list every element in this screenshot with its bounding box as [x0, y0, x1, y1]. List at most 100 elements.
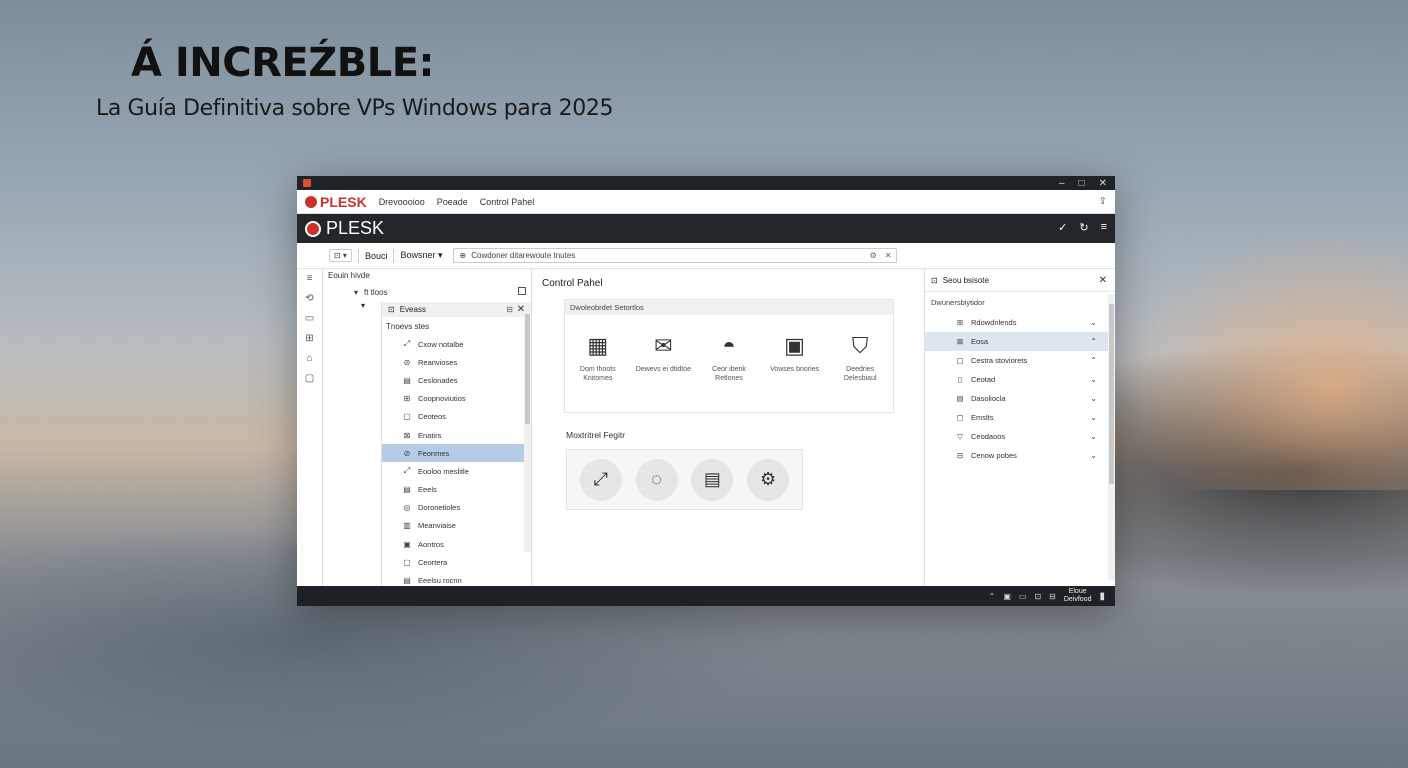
quick-access-tile[interactable]: ✉ Dewevs ei dtidtoe [632, 333, 694, 383]
item-icon: ⊠ [956, 337, 964, 346]
tree-item[interactable]: ▥ Meanviaise [382, 517, 529, 535]
chevron-icon[interactable]: ⌃ [1090, 356, 1097, 365]
chevron-icon[interactable]: ⌄ [1090, 318, 1097, 327]
tree-item[interactable]: ▣ Aontros [382, 535, 529, 553]
settings-icon[interactable]: ⚙ [870, 251, 877, 260]
quick-access-tile[interactable]: ◓ Ceor ibenk Retlones [698, 333, 760, 383]
monitor-icon[interactable]: ▭ [305, 313, 314, 324]
tree-item[interactable]: ⤢ Cxow notalbe [382, 335, 529, 353]
plesk-logo[interactable]: PLESK [305, 218, 384, 239]
quick-access-tile[interactable]: ▣ Vowses bnories [764, 333, 826, 383]
right-sidebar-list: ⊞ Rdowdnlends ⌄ ⊠ Eosa ⌃ ▢ Cestra stoviorets ⌃ ▯ C… [925, 313, 1115, 465]
right-sidebar-item[interactable]: ▢ Cestra stoviorets ⌃ [925, 351, 1115, 370]
browser-dropdown-button[interactable]: Bowsner ▾ [400, 250, 442, 261]
tree-item[interactable]: ▢ Ceoteos [382, 408, 529, 426]
tree-item[interactable]: ⊘ Reanvioses [382, 353, 529, 371]
item-icon: ▤ [403, 485, 411, 495]
square-icon[interactable]: ▢ [305, 373, 314, 384]
section2-title: Moxtritrel Fegitr [566, 430, 626, 440]
chevron-icon[interactable]: ⌃ [1090, 337, 1097, 346]
menu-item-control-panel[interactable]: Control Pahel [480, 197, 535, 207]
tree-item-label: Feonmes [418, 448, 450, 458]
quick-access-tile[interactable]: ▦ Dom thoots Knitomes [567, 333, 629, 383]
tree-item[interactable]: ⊠ Enatirs [382, 426, 529, 444]
menu-icon[interactable]: ≡ [307, 273, 313, 284]
close-icon[interactable]: ✕ [1099, 275, 1107, 286]
right-sidebar-item[interactable]: ⊠ Eosa ⌃ [925, 332, 1115, 351]
right-sidebar-item[interactable]: ⊞ Rdowdnlends ⌄ [925, 313, 1115, 332]
right-sidebar-item[interactable]: ⊟ Cenow pobes ⌄ [925, 446, 1115, 465]
item-icon: ⤢ [403, 466, 411, 476]
tile-icon: ⛉ [851, 333, 869, 358]
view-dropdown-button[interactable]: ⊡ ▾ [329, 249, 352, 262]
tree-level1[interactable]: ▾ ft tloos [354, 286, 526, 299]
clock-line2: Deivfood [1063, 596, 1092, 603]
plesk-logo-icon [305, 220, 321, 237]
sync-icon[interactable]: ⟲ [305, 293, 313, 304]
tree-item[interactable]: ▤ Ceslonades [382, 371, 529, 389]
right-item-label: Rdowdnlends [971, 318, 1017, 327]
close-button[interactable]: ✕ [1099, 178, 1107, 189]
lock-icon: ⊕ [459, 251, 467, 260]
minimize-button[interactable]: – [1059, 178, 1065, 189]
share-icon[interactable]: ⇪ [1099, 196, 1107, 207]
page-subheadline: La Guía Definitiva sobre VPs Windows par… [96, 96, 614, 121]
quick-access-tile[interactable]: ⛉ Deedries Delesbiaul [829, 333, 891, 383]
address-bar[interactable]: ⊕ Cowdoner ditarewoute tnutes ⚙ ✕ [452, 248, 897, 263]
toolbar-button-1[interactable]: Bouci [365, 251, 388, 261]
tool-button[interactable]: ⚙ [747, 458, 790, 501]
keyboard-icon[interactable]: ⊟ [1049, 592, 1056, 601]
item-icon: ⊞ [403, 394, 411, 404]
tree-item[interactable]: ◎ Doronetioles [382, 499, 529, 517]
expand-icon[interactable]: ▾ [354, 288, 358, 297]
tree-item[interactable]: ▢ Ceortera [382, 553, 529, 571]
right-sidebar-item[interactable]: ▤ Dasoliocla ⌄ [925, 389, 1115, 408]
right-sidebar-item[interactable]: ▽ Ceodaoos ⌄ [925, 427, 1115, 446]
tree-scrollbar[interactable] [524, 302, 531, 552]
right-scrollbar[interactable] [1108, 294, 1115, 580]
pin-icon[interactable]: ⊟ [506, 305, 513, 314]
scrollbar-thumb[interactable] [1109, 304, 1114, 484]
checkbox-icon[interactable] [518, 287, 526, 295]
maximize-button[interactable]: □ [1079, 178, 1085, 189]
tile-icon: ▣ [784, 333, 805, 358]
home-icon[interactable]: ⌂ [306, 353, 312, 364]
hamburger-menu-icon[interactable]: ≡ [1101, 221, 1107, 234]
content-title: Control Pahel [542, 278, 603, 289]
menu-brand[interactable]: PLESK [305, 194, 367, 210]
tool-button[interactable]: ◌ [635, 458, 678, 501]
grid-icon[interactable]: ⊞ [305, 333, 313, 344]
tree-item[interactable]: ⊘ Feonmes [382, 444, 529, 463]
chevron-icon[interactable]: ⌄ [1090, 432, 1097, 441]
tree-item-label: Eeelsu rocnn [418, 576, 462, 586]
tool-button[interactable]: ▤ [691, 458, 734, 501]
tool-button[interactable]: ⤢ [579, 458, 622, 501]
refresh-icon[interactable]: ↻ [1079, 221, 1088, 234]
network-icon[interactable]: ▣ [1003, 592, 1011, 601]
app-icon [303, 179, 311, 187]
scrollbar-thumb[interactable] [525, 314, 530, 424]
battery-icon[interactable]: ▭ [1019, 592, 1027, 601]
tree-root[interactable]: Eouin hivde [328, 271, 370, 280]
chevron-icon[interactable]: ⌄ [1090, 451, 1097, 460]
chevron-icon[interactable]: ⌄ [1090, 375, 1097, 384]
clear-icon[interactable]: ✕ [885, 251, 892, 260]
tile-label: Deedries Delesbiaul [843, 366, 877, 382]
taskbar-clock[interactable]: Eloue Deivfood [1064, 588, 1092, 604]
right-sidebar-item[interactable]: ▯ Ceotad ⌄ [925, 370, 1115, 389]
expand-icon[interactable]: ▾ [361, 301, 365, 310]
show-hidden-icon[interactable]: ⌃ [989, 592, 996, 601]
chevron-icon[interactable]: ⌄ [1090, 413, 1097, 422]
tree-item[interactable]: ⤢ Eooloo meslitle [382, 462, 529, 480]
tree-item[interactable]: ▤ Eeels [382, 481, 529, 499]
display-icon[interactable]: ⊡ [1034, 592, 1041, 601]
menu-item-2[interactable]: Poeade [437, 197, 468, 207]
right-sidebar-item[interactable]: ▢ Emslts ⌄ [925, 408, 1115, 427]
tree-item[interactable]: ⊞ Coopnoviutios [382, 390, 529, 408]
tree-item-label: Reanvioses [418, 357, 458, 367]
chevron-icon[interactable]: ⌄ [1090, 394, 1097, 403]
menu-item-1[interactable]: Drevoooioo [379, 197, 425, 207]
tile-icon: ✉ [654, 333, 673, 358]
check-icon[interactable]: ✓ [1058, 221, 1067, 234]
notification-icon[interactable]: ▮ [1099, 591, 1105, 602]
